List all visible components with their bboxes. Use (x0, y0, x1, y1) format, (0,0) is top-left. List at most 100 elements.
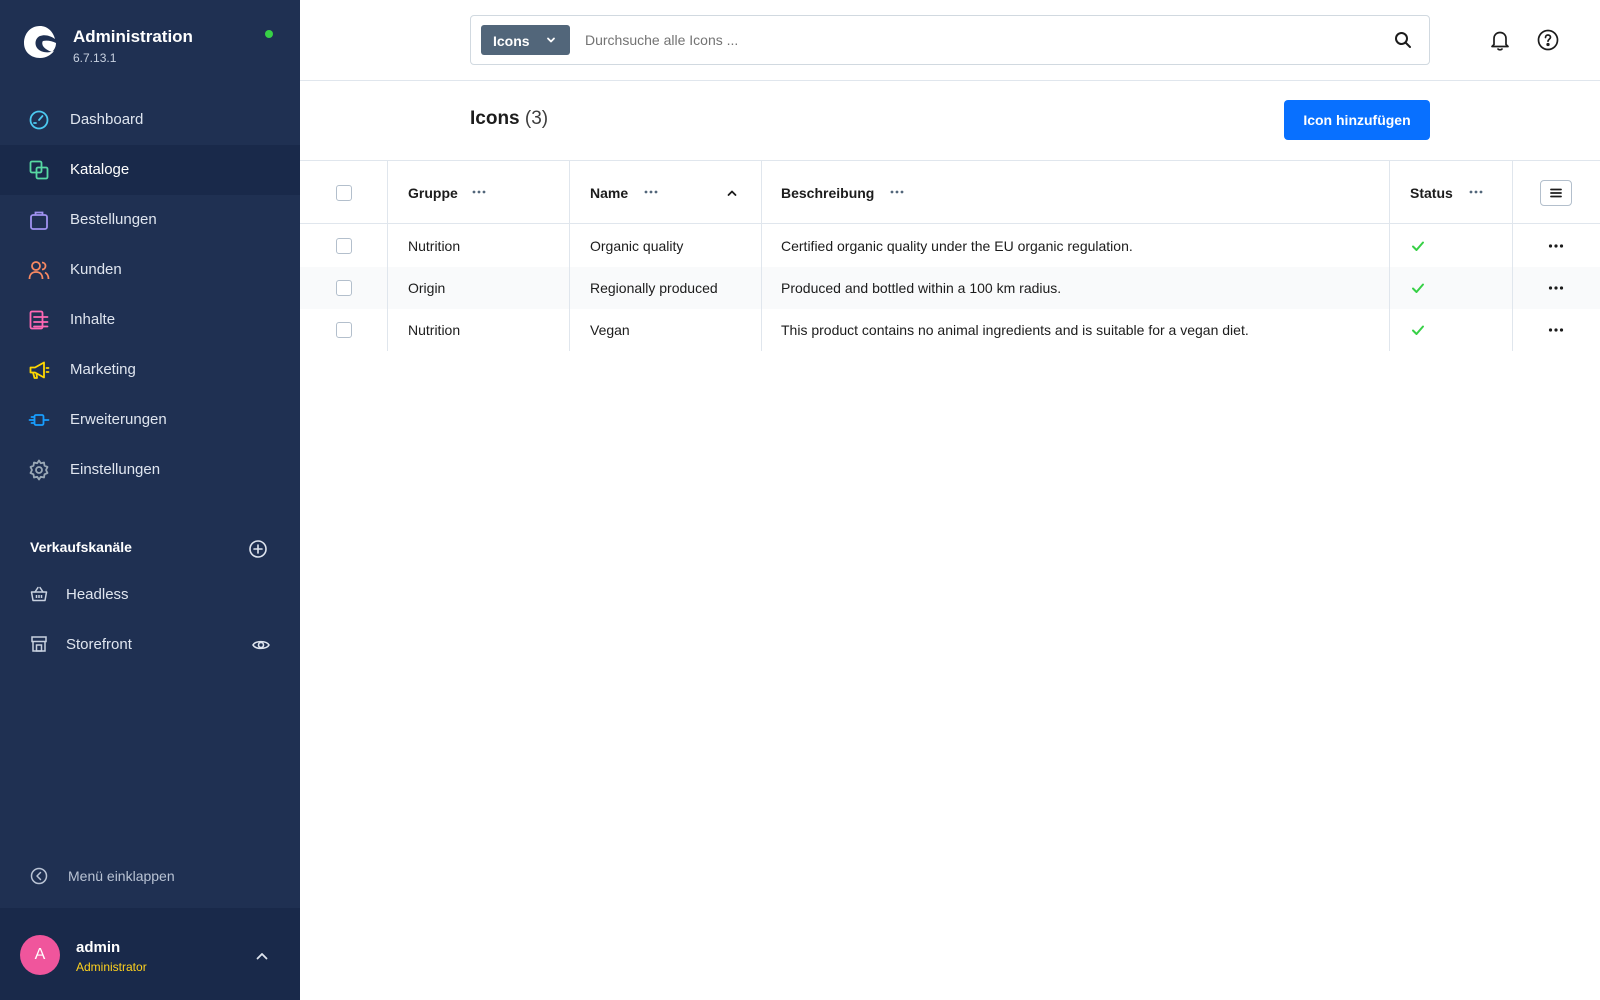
cell-description: Certified organic quality under the EU o… (781, 238, 1133, 254)
sidebar-item-bestellungen[interactable]: Bestellungen (0, 195, 300, 245)
add-sales-channel-icon[interactable] (248, 539, 268, 559)
content-icon (29, 310, 49, 330)
sidebar-item-label: Marketing (70, 361, 136, 378)
cell-description: Produced and bottled within a 100 km rad… (781, 280, 1062, 296)
search-icon[interactable] (1393, 30, 1413, 50)
add-icon-button[interactable]: Icon hinzufügen (1284, 100, 1430, 140)
user-profile-bar[interactable]: A admin Administrator (0, 908, 300, 1000)
chevron-down-icon (547, 37, 555, 43)
page-title-count: (3) (524, 108, 549, 129)
cell-name[interactable]: Organic quality (590, 238, 683, 254)
column-header-gruppe[interactable]: Gruppe (408, 185, 458, 201)
column-divider (761, 160, 762, 351)
collapse-menu-label: Menü einklappen (68, 868, 175, 884)
admin-sidebar: Administration 6.7.13.1 Dashboard Katalo… (0, 0, 300, 1000)
eye-icon[interactable] (252, 636, 270, 654)
sidebar-item-label: Dashboard (70, 111, 144, 128)
user-role: Administrator (76, 960, 147, 974)
column-header-name[interactable]: Name (590, 185, 628, 201)
collapse-menu-button[interactable]: Menü einklappen (0, 852, 300, 900)
search-type-select[interactable]: Icons (481, 25, 570, 55)
column-divider (387, 160, 388, 351)
chevron-left-circle-icon (30, 867, 48, 885)
plug-icon (28, 414, 50, 426)
search-input[interactable] (585, 26, 1365, 54)
avatar: A (20, 935, 60, 975)
megaphone-icon (29, 361, 50, 379)
grid-header: Gruppe Name Beschreibung Status (300, 160, 1600, 224)
sidebar-item-label: Einstellungen (70, 461, 161, 478)
brand-header: Administration 6.7.13.1 (0, 0, 300, 90)
more-options-icon[interactable] (1467, 183, 1485, 201)
row-actions-icon[interactable] (1546, 237, 1566, 255)
grid-settings-button[interactable] (1540, 180, 1572, 206)
list-menu-icon (1550, 188, 1562, 198)
top-bar: Icons (300, 0, 1600, 81)
sales-channel-storefront[interactable]: Storefront (0, 622, 300, 668)
online-status-dot (265, 30, 273, 38)
sidebar-item-label: Bestellungen (70, 211, 157, 228)
column-header-beschreibung[interactable]: Beschreibung (781, 185, 874, 201)
row-select-checkbox[interactable] (336, 280, 352, 296)
basket-icon (30, 586, 48, 602)
sidebar-item-dashboard[interactable]: Dashboard (0, 95, 300, 145)
chevron-up-icon[interactable] (254, 948, 270, 964)
row-select-checkbox[interactable] (336, 238, 352, 254)
user-name: admin (76, 939, 121, 956)
column-divider (569, 160, 570, 351)
sidebar-item-label: Erweiterungen (70, 411, 167, 428)
table-row[interactable]: Nutrition Vegan This product contains no… (300, 309, 1600, 351)
status-active-check-icon (1412, 241, 1424, 251)
more-options-icon[interactable] (888, 183, 906, 201)
app-version: 6.7.13.1 (73, 51, 117, 65)
cell-name[interactable]: Vegan (590, 322, 630, 338)
help-icon[interactable] (1536, 28, 1560, 52)
cell-description: This product contains no animal ingredie… (781, 322, 1249, 338)
page-title-text: Icons (470, 108, 520, 129)
column-header-status[interactable]: Status (1410, 185, 1453, 201)
cell-group: Nutrition (408, 238, 461, 254)
app-title: Administration (73, 27, 193, 46)
sales-channels-heading: Verkaufskanäle (30, 539, 132, 555)
status-active-check-icon (1412, 325, 1424, 335)
sidebar-item-label: Inhalte (70, 311, 116, 328)
shopware-logo-icon[interactable] (22, 24, 58, 60)
catalog-icon (29, 160, 49, 180)
icons-data-grid: Gruppe Name Beschreibung Status Nutritio… (300, 160, 1600, 352)
sidebar-item-marketing[interactable]: Marketing (0, 345, 300, 395)
more-options-icon[interactable] (470, 183, 488, 201)
column-divider (1512, 160, 1513, 351)
table-row[interactable]: Nutrition Organic quality Certified orga… (300, 225, 1600, 267)
row-actions-icon[interactable] (1546, 321, 1566, 339)
cell-group: Nutrition (408, 322, 461, 338)
sales-channel-label: Storefront (66, 636, 132, 653)
sidebar-item-kunden[interactable]: Kunden (0, 245, 300, 295)
customers-icon (28, 261, 50, 280)
shopping-bag-icon (30, 211, 48, 230)
table-row[interactable]: Origin Regionally produced Produced and … (300, 267, 1600, 309)
select-all-checkbox[interactable] (336, 185, 352, 201)
gear-icon (29, 459, 49, 481)
global-search: Icons (470, 15, 1430, 65)
sidebar-item-kataloge[interactable]: Kataloge (0, 145, 300, 195)
sidebar-item-inhalte[interactable]: Inhalte (0, 295, 300, 345)
status-active-check-icon (1412, 283, 1424, 293)
page-title: Icons (3) (470, 108, 548, 130)
dashboard-gauge-icon (29, 110, 49, 130)
sort-ascending-icon[interactable] (726, 187, 738, 199)
sales-channel-headless[interactable]: Headless (0, 572, 300, 618)
row-actions-icon[interactable] (1546, 279, 1566, 297)
sidebar-item-einstellungen[interactable]: Einstellungen (0, 445, 300, 495)
storefront-icon (31, 636, 47, 652)
sales-channel-label: Headless (66, 586, 129, 603)
more-options-icon[interactable] (642, 183, 660, 201)
sidebar-item-erweiterungen[interactable]: Erweiterungen (0, 395, 300, 445)
sidebar-item-label: Kunden (70, 261, 122, 278)
search-type-label: Icons (493, 33, 530, 49)
cell-group: Origin (408, 280, 446, 296)
row-select-checkbox[interactable] (336, 322, 352, 338)
cell-name[interactable]: Regionally produced (590, 280, 718, 296)
sidebar-item-label: Kataloge (70, 161, 130, 178)
column-divider (1389, 160, 1390, 351)
notification-bell-icon[interactable] (1488, 28, 1512, 52)
